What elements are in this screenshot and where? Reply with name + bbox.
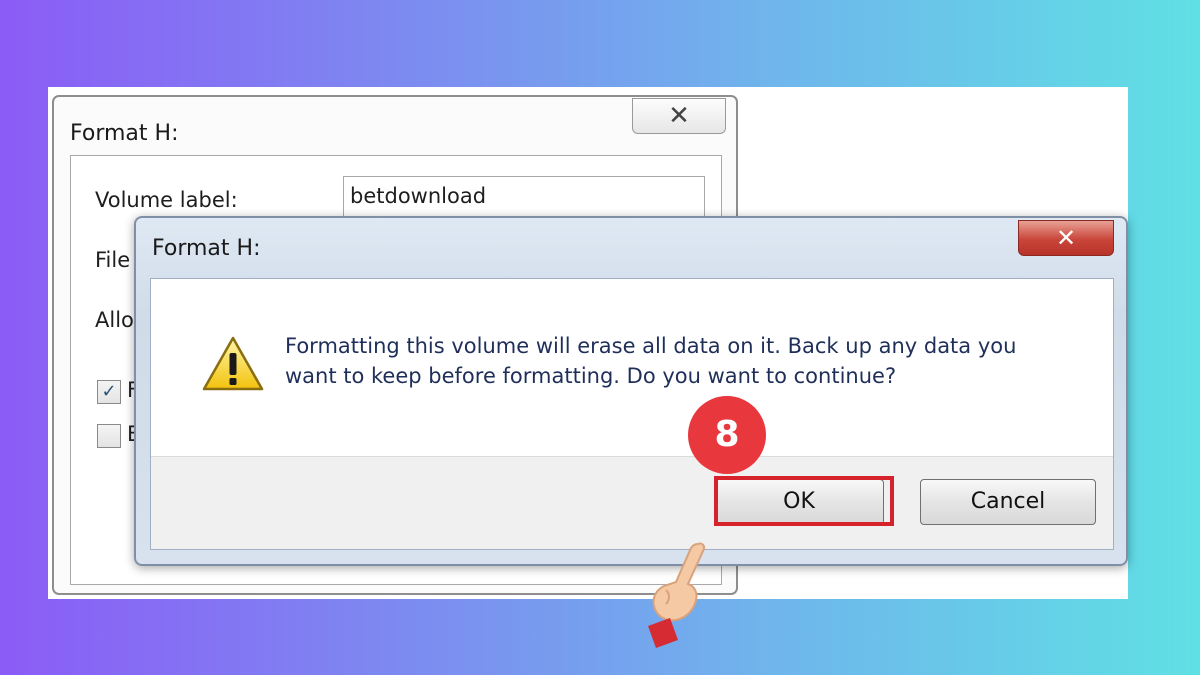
- quick-format-checkbox[interactable]: ✓: [97, 380, 121, 404]
- background-dialog-title: Format H:: [70, 121, 179, 146]
- volume-label-text: Volume label:: [95, 188, 238, 212]
- compression-checkbox[interactable]: [97, 424, 121, 448]
- ok-highlight-box: [714, 476, 894, 526]
- step-number-badge: 8: [688, 396, 766, 474]
- dialog-buttons-layer: OK Cancel: [134, 216, 1128, 566]
- cancel-button[interactable]: Cancel: [920, 479, 1096, 525]
- volume-label-input[interactable]: betdownload: [343, 176, 705, 220]
- pointing-hand-icon: [648, 542, 706, 648]
- background-close-button[interactable]: ✕: [632, 98, 726, 134]
